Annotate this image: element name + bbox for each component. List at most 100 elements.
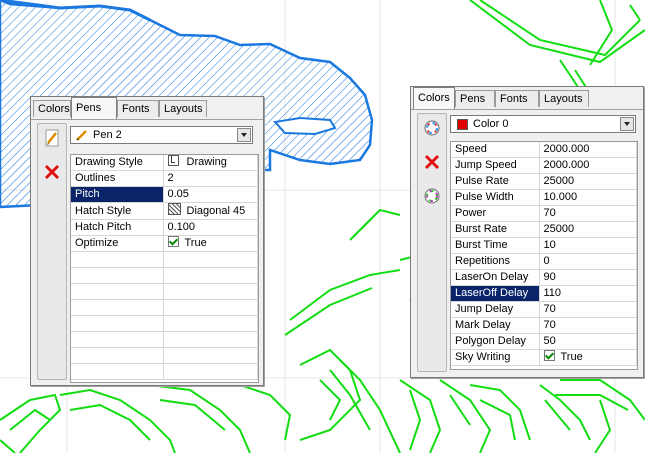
property-value[interactable]: 0.05 xyxy=(163,186,258,203)
tab-fonts[interactable]: Fonts xyxy=(495,90,539,107)
property-name: Outlines xyxy=(71,170,164,187)
property-value[interactable]: 0 xyxy=(539,253,637,270)
property-value[interactable]: 10.000 xyxy=(539,189,637,206)
property-row[interactable]: Drawing Style Drawing xyxy=(71,155,258,171)
pen-selector[interactable]: Pen 2 xyxy=(70,126,253,144)
property-name: Polygon Delay xyxy=(451,333,540,350)
empty-row xyxy=(71,347,258,364)
colors-panel: Colors Pens Fonts Layouts Color 0 Speed 2… xyxy=(410,86,644,378)
property-row[interactable]: Outlines 2 xyxy=(71,170,258,187)
property-row[interactable]: Hatch Style Diagonal 45 xyxy=(71,202,258,220)
property-row[interactable]: Pulse Rate 25000 xyxy=(451,173,637,190)
empty-row xyxy=(71,299,258,316)
property-name: Hatch Pitch xyxy=(71,219,164,236)
tab-layouts[interactable]: Layouts xyxy=(539,90,589,107)
colors-toolbar xyxy=(417,113,447,372)
property-name: Burst Rate xyxy=(451,221,540,238)
property-value[interactable]: 70 xyxy=(539,317,637,334)
property-row-selected[interactable]: Pitch 0.05 xyxy=(71,186,258,203)
empty-row xyxy=(71,267,258,284)
empty-row xyxy=(71,315,258,332)
property-name: Pulse Width xyxy=(451,189,540,206)
property-name: Sky Writing xyxy=(451,349,540,366)
pens-panel: Colors Pens Fonts Layouts Pen 2 Drawing … xyxy=(30,96,264,386)
tab-pens[interactable]: Pens xyxy=(71,97,117,119)
color-swatch xyxy=(457,119,468,130)
pens-toolbar xyxy=(37,123,67,380)
checkbox-icon[interactable] xyxy=(543,350,555,361)
property-value[interactable]: Drawing xyxy=(163,155,258,171)
pens-property-grid: Drawing Style Drawing Outlines 2 Pitch 0… xyxy=(70,154,259,383)
color-selector[interactable]: Color 0 xyxy=(450,115,636,133)
empty-row xyxy=(71,331,258,348)
delete-icon[interactable] xyxy=(41,161,63,183)
empty-row xyxy=(71,363,258,380)
property-row-selected[interactable]: LaserOff Delay 110 xyxy=(451,285,637,302)
tab-colors[interactable]: Colors xyxy=(33,100,71,117)
property-value[interactable]: 25000 xyxy=(539,173,637,190)
pens-panel-tabbar: Colors Pens Fonts Layouts xyxy=(31,97,263,120)
property-name: LaserOff Delay xyxy=(451,285,540,302)
color-wheel-edit-icon[interactable] xyxy=(421,185,443,207)
property-name: Speed xyxy=(451,142,540,158)
property-row[interactable]: Optimize True xyxy=(71,235,258,252)
property-value[interactable]: 50 xyxy=(539,333,637,350)
colors-panel-tabbar: Colors Pens Fonts Layouts xyxy=(411,87,643,110)
tab-pens[interactable]: Pens xyxy=(455,90,495,107)
tab-colors[interactable]: Colors xyxy=(413,87,455,109)
pen-selector-value: Pen 2 xyxy=(93,129,122,141)
property-name: Jump Speed xyxy=(451,157,540,174)
property-name: Burst Time xyxy=(451,237,540,254)
chevron-down-icon[interactable] xyxy=(620,117,634,131)
property-value[interactable]: 90 xyxy=(539,269,637,286)
property-value[interactable]: 70 xyxy=(539,301,637,318)
property-value[interactable]: 0.100 xyxy=(163,219,258,236)
tab-layouts[interactable]: Layouts xyxy=(159,100,207,117)
property-value[interactable]: 25000 xyxy=(539,221,637,238)
property-name: LaserOn Delay xyxy=(451,269,540,286)
property-row[interactable]: Polygon Delay 50 xyxy=(451,333,637,350)
property-name: Pulse Rate xyxy=(451,173,540,190)
property-value[interactable]: 2000.000 xyxy=(539,157,637,174)
property-name: Mark Delay xyxy=(451,317,540,334)
property-row[interactable]: Sky Writing True xyxy=(451,349,637,366)
delete-icon[interactable] xyxy=(421,151,443,173)
property-name: Repetitions xyxy=(451,253,540,270)
property-name: Drawing Style xyxy=(71,155,164,171)
colors-property-grid: Speed 2000.000 Jump Speed 2000.000 Pulse Rat… xyxy=(450,141,638,370)
property-name: Hatch Style xyxy=(71,202,164,220)
property-row[interactable]: LaserOn Delay 90 xyxy=(451,269,637,286)
property-row[interactable]: Speed 2000.000 xyxy=(451,142,637,158)
property-value[interactable]: 110 xyxy=(539,285,637,302)
pencil-icon[interactable] xyxy=(41,127,63,149)
tab-fonts[interactable]: Fonts xyxy=(117,100,159,117)
chevron-down-icon[interactable] xyxy=(237,128,251,142)
property-row[interactable]: Jump Delay 70 xyxy=(451,301,637,318)
property-name: Pitch xyxy=(71,186,164,203)
property-value[interactable]: Diagonal 45 xyxy=(163,202,258,220)
property-row[interactable]: Repetitions 0 xyxy=(451,253,637,270)
property-value[interactable]: True xyxy=(163,235,258,252)
property-row[interactable]: Burst Time 10 xyxy=(451,237,637,254)
property-row[interactable]: Burst Rate 25000 xyxy=(451,221,637,238)
property-value[interactable]: 2 xyxy=(163,170,258,187)
property-name: Optimize xyxy=(71,235,164,252)
color-wheel-icon[interactable] xyxy=(421,117,443,139)
checkbox-icon[interactable] xyxy=(167,236,179,247)
property-value[interactable]: 70 xyxy=(539,205,637,222)
property-name: Jump Delay xyxy=(451,301,540,318)
property-row[interactable]: Jump Speed 2000.000 xyxy=(451,157,637,174)
property-row[interactable]: Power 70 xyxy=(451,205,637,222)
property-value[interactable]: 2000.000 xyxy=(539,142,637,158)
hatch-pattern-icon xyxy=(167,203,181,215)
empty-row xyxy=(71,251,258,268)
property-row[interactable]: Hatch Pitch 0.100 xyxy=(71,219,258,236)
property-value[interactable]: 10 xyxy=(539,237,637,254)
empty-row xyxy=(71,283,258,300)
pen-pencil-icon xyxy=(76,129,88,144)
property-value[interactable]: True xyxy=(539,349,637,366)
property-name: Power xyxy=(451,205,540,222)
property-row[interactable]: Pulse Width 10.000 xyxy=(451,189,637,206)
property-row[interactable]: Mark Delay 70 xyxy=(451,317,637,334)
drawing-style-icon xyxy=(167,155,179,166)
